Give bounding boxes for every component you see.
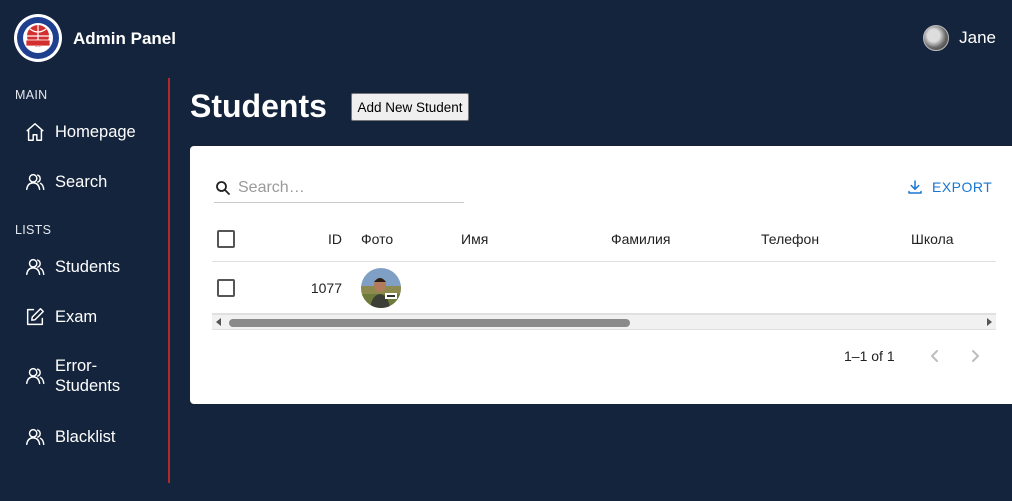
export-button[interactable]: EXPORT (906, 178, 992, 196)
sidebar-item-homepage[interactable]: Homepage (24, 121, 136, 143)
table-row[interactable]: 1077 (212, 262, 996, 314)
search-box[interactable] (214, 174, 464, 203)
scrollbar-thumb[interactable] (229, 319, 630, 327)
sidebar-item-exam[interactable]: Exam (24, 306, 97, 328)
sidebar-item-label: Blacklist (55, 427, 116, 446)
sidebar-item-label: Exam (55, 307, 98, 326)
page-title: Students (190, 88, 327, 124)
student-photo[interactable] (361, 267, 401, 308)
sidebar-item-search[interactable]: Search (24, 171, 107, 193)
user-name: Jane (959, 28, 996, 47)
sidebar-item-blacklist[interactable]: Blacklist (24, 426, 116, 448)
next-page-button[interactable] (963, 344, 987, 368)
section-label-lists: LISTS (15, 223, 52, 237)
chevron-left-icon (931, 350, 938, 362)
cell-photo (361, 262, 401, 313)
users-icon (24, 426, 46, 448)
chevron-right-icon (972, 350, 979, 362)
students-grid: ID Фото Имя Фамилия Телефон Школа 1077 (212, 216, 996, 314)
download-icon (908, 180, 922, 194)
previous-page-button[interactable] (923, 344, 947, 368)
table-header-row: ID Фото Имя Фамилия Телефон Школа (212, 216, 996, 262)
column-header-school[interactable]: Школа (911, 216, 954, 261)
sidebar-item-students[interactable]: Students (24, 256, 120, 278)
university-logo[interactable] (14, 14, 62, 62)
scroll-right-arrow-icon[interactable] (987, 318, 992, 326)
sidebar-item-label: Students (55, 257, 121, 276)
sidebar-item-label: Error-Students (55, 357, 121, 395)
column-header-last-name[interactable]: Фамилия (611, 216, 670, 261)
select-all-checkbox[interactable] (217, 229, 235, 248)
select-all-cell (217, 216, 235, 261)
users-icon (24, 365, 46, 387)
cell-id: 1077 (310, 279, 342, 296)
top-bar: Admin Panel Jane (0, 0, 1012, 78)
column-header-id[interactable]: ID (292, 216, 342, 261)
user-avatar[interactable] (923, 25, 950, 51)
search-icon (214, 179, 232, 197)
sidebar-item-error-students[interactable]: Error-Students (24, 356, 145, 396)
column-header-first-name[interactable]: Имя (461, 216, 488, 261)
home-icon (24, 121, 46, 143)
search-input[interactable] (238, 179, 458, 197)
app-title: Admin Panel (73, 29, 176, 48)
horizontal-scrollbar[interactable] (212, 314, 996, 330)
export-label: EXPORT (932, 179, 993, 195)
row-select-cell (217, 262, 235, 313)
edit-icon (24, 306, 46, 328)
sidebar-item-label: Search (55, 172, 108, 191)
column-header-phone[interactable]: Телефон (761, 216, 819, 261)
users-icon (24, 171, 46, 193)
row-checkbox[interactable] (217, 278, 235, 297)
column-header-photo[interactable]: Фото (361, 216, 393, 261)
section-label-main: MAIN (15, 88, 48, 102)
pagination-info: 1–1 of 1 (844, 348, 895, 364)
users-icon (24, 256, 46, 278)
students-table-card: EXPORT ID Фото Имя Фамилия Телефон Школа… (190, 146, 1012, 404)
scroll-left-arrow-icon[interactable] (216, 318, 221, 326)
add-new-student-button[interactable]: Add New Student (351, 93, 469, 121)
sidebar-item-label: Homepage (55, 122, 136, 141)
user-menu[interactable]: Jane (923, 25, 996, 51)
sidebar: MAIN Homepage Search LISTS Students Exam… (0, 78, 170, 483)
